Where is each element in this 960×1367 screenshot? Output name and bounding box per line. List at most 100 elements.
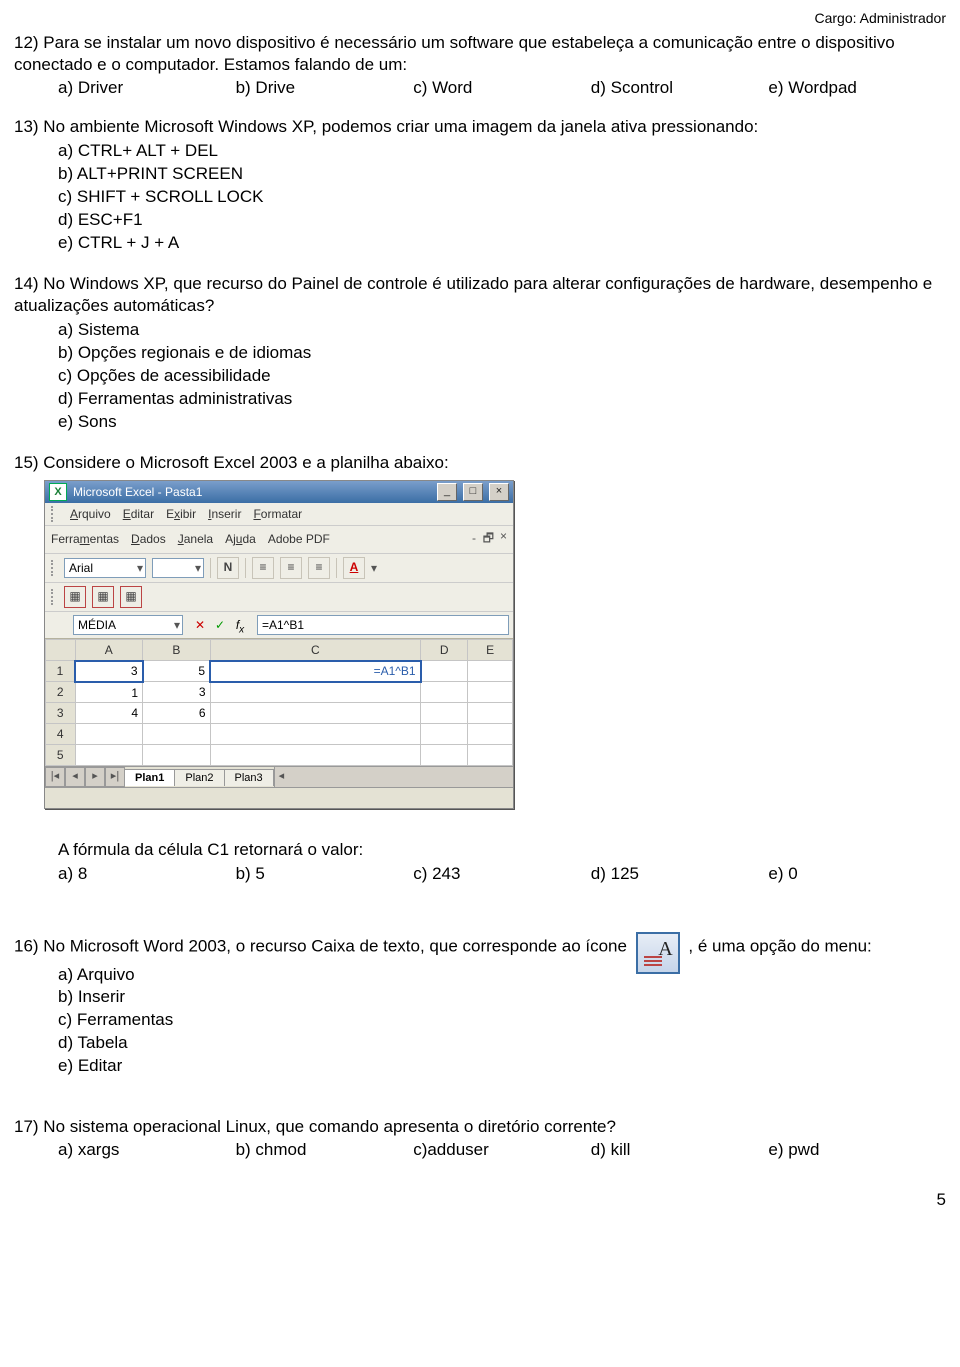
row-header-5[interactable]: 5 [46, 745, 76, 766]
q15-e[interactable]: e) 0 [768, 864, 946, 884]
cell-B1[interactable]: 5 [143, 661, 211, 682]
menu-adobe-pdf[interactable]: Adobe PDF [268, 532, 330, 546]
minimize-button[interactable]: _ [437, 483, 457, 501]
align-left-button[interactable]: ≡ [252, 557, 274, 579]
q13-d[interactable]: d) ESC+F1 [14, 209, 946, 232]
name-box[interactable]: MÉDIA [73, 615, 183, 635]
q13-c[interactable]: c) SHIFT + SCROLL LOCK [14, 186, 946, 209]
font-size-selector[interactable] [152, 558, 204, 578]
q17-c[interactable]: c)adduser [413, 1140, 591, 1160]
q17-a[interactable]: a) xargs [58, 1140, 236, 1160]
q13-a[interactable]: a) CTRL+ ALT + DEL [14, 140, 946, 163]
q15-d[interactable]: d) 125 [591, 864, 769, 884]
q17-e[interactable]: e) pwd [768, 1140, 946, 1160]
q13-e[interactable]: e) CTRL + J + A [14, 232, 946, 255]
menu-dados[interactable]: Dados [131, 532, 166, 546]
sheet-tab-plan3[interactable]: Plan3 [224, 769, 274, 786]
fx-icon[interactable]: fx [231, 616, 249, 634]
cell-C1[interactable]: =A1^B1 [210, 661, 421, 682]
row-header-2[interactable]: 2 [46, 682, 76, 703]
cell-A2[interactable]: 1 [75, 682, 143, 703]
cancel-formula-icon[interactable]: ✕ [191, 616, 209, 634]
cell-A4[interactable] [75, 724, 143, 745]
q12-d[interactable]: d) Scontrol [591, 78, 769, 98]
row-header-3[interactable]: 3 [46, 703, 76, 724]
col-header-D[interactable]: D [421, 639, 468, 661]
sheet-nav-prev-icon[interactable]: ◂ [65, 767, 85, 787]
menu-inserir[interactable]: Inserir [208, 507, 241, 521]
q12-c[interactable]: c) Word [413, 78, 591, 98]
col-header-E[interactable]: E [468, 639, 513, 661]
pdf-button-2[interactable]: ▦ [92, 586, 114, 608]
row-header-1[interactable]: 1 [46, 661, 76, 682]
menu-formatar[interactable]: Formatar [253, 507, 302, 521]
pdf-button-3[interactable]: ▦ [120, 586, 142, 608]
bold-button[interactable]: N [217, 557, 239, 579]
pdf-button-1[interactable]: ▦ [64, 586, 86, 608]
maximize-button[interactable]: □ [463, 483, 483, 501]
sheet-nav-last-icon[interactable]: ▸| [105, 767, 125, 787]
q14-a[interactable]: a) Sistema [14, 319, 946, 342]
font-selector[interactable]: Arial [64, 558, 146, 578]
q16-d[interactable]: d) Tabela [14, 1032, 946, 1055]
col-header-C[interactable]: C [210, 639, 421, 661]
toolbar-overflow-icon[interactable]: ▾ [371, 561, 377, 575]
question-15: 15) Considere o Microsoft Excel 2003 e a… [14, 452, 946, 884]
question-16: 16) No Microsoft Word 2003, o recurso Ca… [14, 932, 946, 1079]
cell-E1[interactable] [468, 661, 513, 682]
q15-c[interactable]: c) 243 [413, 864, 591, 884]
q16-b[interactable]: b) Inserir [14, 986, 946, 1009]
col-header-B[interactable]: B [143, 639, 211, 661]
cell-C3[interactable] [210, 703, 421, 724]
q13-b[interactable]: b) ALT+PRINT SCREEN [14, 163, 946, 186]
q15-b[interactable]: b) 5 [236, 864, 414, 884]
menu-ajuda[interactable]: Ajuda [225, 532, 256, 546]
spreadsheet-grid[interactable]: A B C D E 1 3 5 =A1^B1 2 1 3 [45, 639, 513, 767]
cell-E3[interactable] [468, 703, 513, 724]
cell-D2[interactable] [421, 682, 468, 703]
q12-b[interactable]: b) Drive [236, 78, 414, 98]
close-button[interactable]: × [489, 483, 509, 501]
menu-janela[interactable]: Janela [178, 532, 213, 546]
q14-e[interactable]: e) Sons [14, 411, 946, 434]
q14-c[interactable]: c) Opções de acessibilidade [14, 365, 946, 388]
sheet-tab-plan1[interactable]: Plan1 [124, 769, 175, 786]
col-header-A[interactable]: A [75, 639, 143, 661]
q16-a[interactable]: a) Arquivo [14, 964, 946, 987]
select-all-corner[interactable] [46, 639, 76, 661]
accept-formula-icon[interactable]: ✓ [211, 616, 229, 634]
q16-e[interactable]: e) Editar [14, 1055, 946, 1078]
formula-input[interactable]: =A1^B1 [257, 615, 509, 635]
menu-exibir[interactable]: Exibir [166, 507, 196, 521]
cell-A5[interactable] [75, 745, 143, 766]
q12-a[interactable]: a) Driver [58, 78, 236, 98]
q17-b[interactable]: b) chmod [236, 1140, 414, 1160]
doc-restore-icon[interactable]: - 🗗 [472, 529, 494, 550]
q14-b[interactable]: b) Opções regionais e de idiomas [14, 342, 946, 365]
cell-A3[interactable]: 4 [75, 703, 143, 724]
cell-D3[interactable] [421, 703, 468, 724]
row-header-4[interactable]: 4 [46, 724, 76, 745]
q14-d[interactable]: d) Ferramentas administrativas [14, 388, 946, 411]
q16-c[interactable]: c) Ferramentas [14, 1009, 946, 1032]
q15-a[interactable]: a) 8 [58, 864, 236, 884]
cell-B3[interactable]: 6 [143, 703, 211, 724]
menu-editar[interactable]: Editar [123, 507, 154, 521]
sheet-nav-first-icon[interactable]: |◂ [45, 767, 65, 787]
cell-B2[interactable]: 3 [143, 682, 211, 703]
q12-e[interactable]: e) Wordpad [768, 78, 946, 98]
font-color-button[interactable]: A [343, 557, 365, 579]
cell-C2[interactable] [210, 682, 421, 703]
cell-E2[interactable] [468, 682, 513, 703]
sheet-tab-plan2[interactable]: Plan2 [174, 769, 224, 786]
menu-ferramentas[interactable]: Ferramentas [51, 532, 119, 546]
align-right-button[interactable]: ≡ [308, 557, 330, 579]
cell-D1[interactable] [421, 661, 468, 682]
scroll-left-icon[interactable]: ◂ [279, 769, 285, 782]
sheet-nav-next-icon[interactable]: ▸ [85, 767, 105, 787]
doc-close-icon[interactable]: × [500, 529, 507, 550]
menu-arquivo[interactable]: Arquivo [70, 507, 111, 521]
cell-A1[interactable]: 3 [75, 661, 143, 682]
q17-d[interactable]: d) kill [591, 1140, 769, 1160]
align-center-button[interactable]: ≡ [280, 557, 302, 579]
